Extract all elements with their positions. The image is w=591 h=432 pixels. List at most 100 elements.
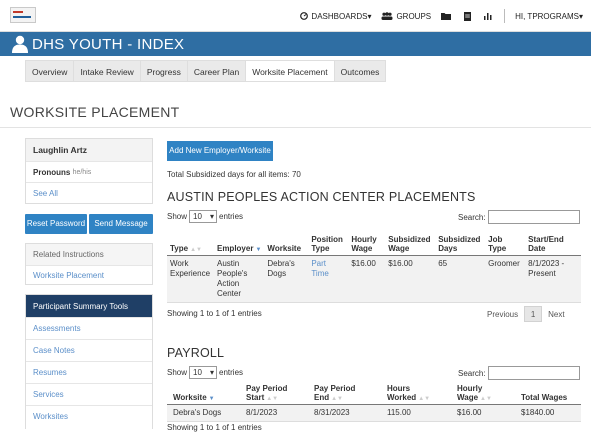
user-icon xyxy=(12,35,28,53)
search-input[interactable] xyxy=(487,366,580,380)
placements-info: Showing 1 to 1 of 1 entries xyxy=(167,309,262,318)
placements-search: Search: xyxy=(458,210,580,224)
tool-services[interactable]: Services xyxy=(26,383,152,405)
cell-type: Work Experience xyxy=(170,258,211,278)
column-header[interactable]: Position Type xyxy=(308,227,349,256)
see-all-link[interactable]: See All xyxy=(26,182,152,204)
column-header[interactable]: Worksite ▼ xyxy=(167,382,243,405)
related-header: Related Instructions xyxy=(26,244,152,265)
column-header[interactable]: Hourly Wage ▲▼ xyxy=(454,382,518,405)
table-row: Work Experience Austin People's Action C… xyxy=(167,255,581,302)
related-instructions-card: Related Instructions Worksite Placement xyxy=(25,243,153,285)
cell-hourly-wage: $16.00 xyxy=(351,258,376,268)
column-header[interactable]: Subsidized Wage xyxy=(385,227,436,256)
next-page-button[interactable]: Next xyxy=(548,310,564,319)
payroll-info: Showing 1 to 1 of 1 entries xyxy=(167,423,262,432)
page-title: WORKSITE PLACEMENT xyxy=(10,104,180,120)
cell-subsidized-wage: $16.00 xyxy=(388,258,413,268)
payroll-search: Search: xyxy=(458,366,580,380)
pronouns-row: Pronouns he/his xyxy=(26,161,152,182)
document-icon xyxy=(464,11,472,21)
show-label: Show xyxy=(167,368,188,377)
groups-icon xyxy=(381,12,393,20)
tool-resumes[interactable]: Resumes xyxy=(26,361,152,383)
participant-card: Laughlin Artz Pronouns he/his See All xyxy=(25,138,153,204)
add-employer-button[interactable]: Add New Employer/Worksite xyxy=(167,141,273,161)
column-header[interactable]: Employer ▼ xyxy=(213,227,265,256)
subsidized-summary: Total Subsidized days for all items: 70 xyxy=(167,170,301,179)
groups-label: GROUPS xyxy=(396,11,432,21)
column-header[interactable]: Type ▲▼ xyxy=(167,227,214,256)
tool-case-notes[interactable]: Case Notes xyxy=(26,339,152,361)
org-logo[interactable] xyxy=(10,7,36,23)
cell-pay-period-end: 8/31/2023 xyxy=(314,408,350,417)
tab-worksite-placement[interactable]: Worksite Placement xyxy=(245,60,335,82)
entries-select[interactable]: 10 xyxy=(189,210,218,223)
caret-down-icon: ▾ xyxy=(367,11,372,21)
cell-pay-period-start: 8/1/2023 xyxy=(246,408,278,417)
column-header[interactable]: Job Type xyxy=(485,227,526,256)
search-input[interactable] xyxy=(487,210,580,224)
cell-position-type-link[interactable]: Part Time xyxy=(308,255,348,302)
tab-intake-review[interactable]: Intake Review xyxy=(73,60,141,82)
divider xyxy=(0,127,591,128)
reset-password-button[interactable]: Reset Password xyxy=(25,214,87,234)
tab-outcomes[interactable]: Outcomes xyxy=(333,60,387,82)
folder-button[interactable] xyxy=(441,12,454,20)
column-header[interactable]: Total Wages xyxy=(518,382,581,405)
tool-worksites[interactable]: Worksites xyxy=(26,405,152,427)
column-header[interactable]: Subsidized Days xyxy=(435,227,486,256)
search-label: Search: xyxy=(458,212,486,222)
dashboards-menu[interactable]: DASHBOARDS ▾ xyxy=(300,12,371,21)
table-header-row: Type ▲▼ Employer ▼ Worksite Position Type … xyxy=(167,227,581,256)
tool-assessments[interactable]: Assessments xyxy=(26,317,152,339)
cell-worksite: Debra's Dogs xyxy=(267,258,295,278)
column-header[interactable]: Pay Period End ▲▼ xyxy=(311,382,384,405)
payroll-table: Worksite ▼ Pay Period Start ▲▼ Pay Period … xyxy=(167,382,581,422)
column-header[interactable]: Pay Period Start ▲▼ xyxy=(243,382,311,405)
placements-table: Type ▲▼ Employer ▼ Worksite Position Type … xyxy=(167,227,581,303)
caret-down-icon: ▾ xyxy=(578,11,583,21)
document-button[interactable] xyxy=(464,11,474,21)
pronouns-value: he/his xyxy=(72,168,92,176)
reports-button[interactable] xyxy=(484,12,496,20)
menu-divider xyxy=(504,9,506,23)
cell-hours-worked: 115.00 xyxy=(387,408,411,417)
related-worksite-link[interactable]: Worksite Placement xyxy=(26,265,152,285)
dashboards-label: DASHBOARDS xyxy=(311,11,368,21)
user-menu[interactable]: HI, TPROGRAMS ▾ xyxy=(515,12,583,21)
search-label: Search: xyxy=(458,368,486,378)
column-header[interactable]: Start/End Date xyxy=(525,227,581,256)
placements-title: AUSTIN PEOPLES ACTION CENTER PLACEMENTS xyxy=(167,190,476,204)
top-menu: DASHBOARDS ▾ GROUPS HI, TPROGRAMS ▾ xyxy=(290,9,583,23)
tab-overview[interactable]: Overview xyxy=(25,60,75,82)
placements-length-control: Show 10 entries xyxy=(167,210,243,223)
pronouns-label: Pronouns xyxy=(33,167,71,177)
cell-job-type: Groomer xyxy=(488,258,520,268)
summary-tools-card: Participant Summary Tools Assessments Ca… xyxy=(25,294,153,429)
page-banner: DHS YOUTH - INDEX xyxy=(0,32,591,56)
cell-total-wages: $1840.00 xyxy=(521,408,555,417)
table-row: Debra's Dogs 8/1/2023 8/31/2023 115.00 $… xyxy=(167,404,581,422)
placements-pagination: Previous 1 Next xyxy=(487,306,565,322)
entries-label: entries xyxy=(219,368,244,377)
bar-chart-icon xyxy=(484,13,492,20)
column-header[interactable]: Hourly Wage xyxy=(348,227,386,256)
tab-career-plan[interactable]: Career Plan xyxy=(186,60,247,82)
cell-worksite: Debra's Dogs xyxy=(173,408,222,417)
entries-select[interactable]: 10 xyxy=(189,366,218,379)
participant-name: Laughlin Artz xyxy=(26,139,152,161)
payroll-title: PAYROLL xyxy=(167,346,225,360)
page-1-button[interactable]: 1 xyxy=(524,306,543,322)
column-header[interactable]: Hours Worked ▲▼ xyxy=(384,382,454,405)
groups-menu[interactable]: GROUPS xyxy=(381,12,431,21)
top-navbar: DASHBOARDS ▾ GROUPS HI, TPROGRAMS ▾ xyxy=(0,0,591,32)
send-message-button[interactable]: Send Message xyxy=(89,214,153,234)
prev-page-button[interactable]: Previous xyxy=(487,310,518,319)
payroll-length-control: Show 10 entries xyxy=(167,366,243,379)
tools-header: Participant Summary Tools xyxy=(26,295,152,317)
cell-hourly-wage: $16.00 xyxy=(457,408,482,417)
tab-progress[interactable]: Progress xyxy=(139,60,188,82)
column-header[interactable]: Worksite xyxy=(264,227,309,256)
banner-title: DHS YOUTH - INDEX xyxy=(32,36,185,53)
